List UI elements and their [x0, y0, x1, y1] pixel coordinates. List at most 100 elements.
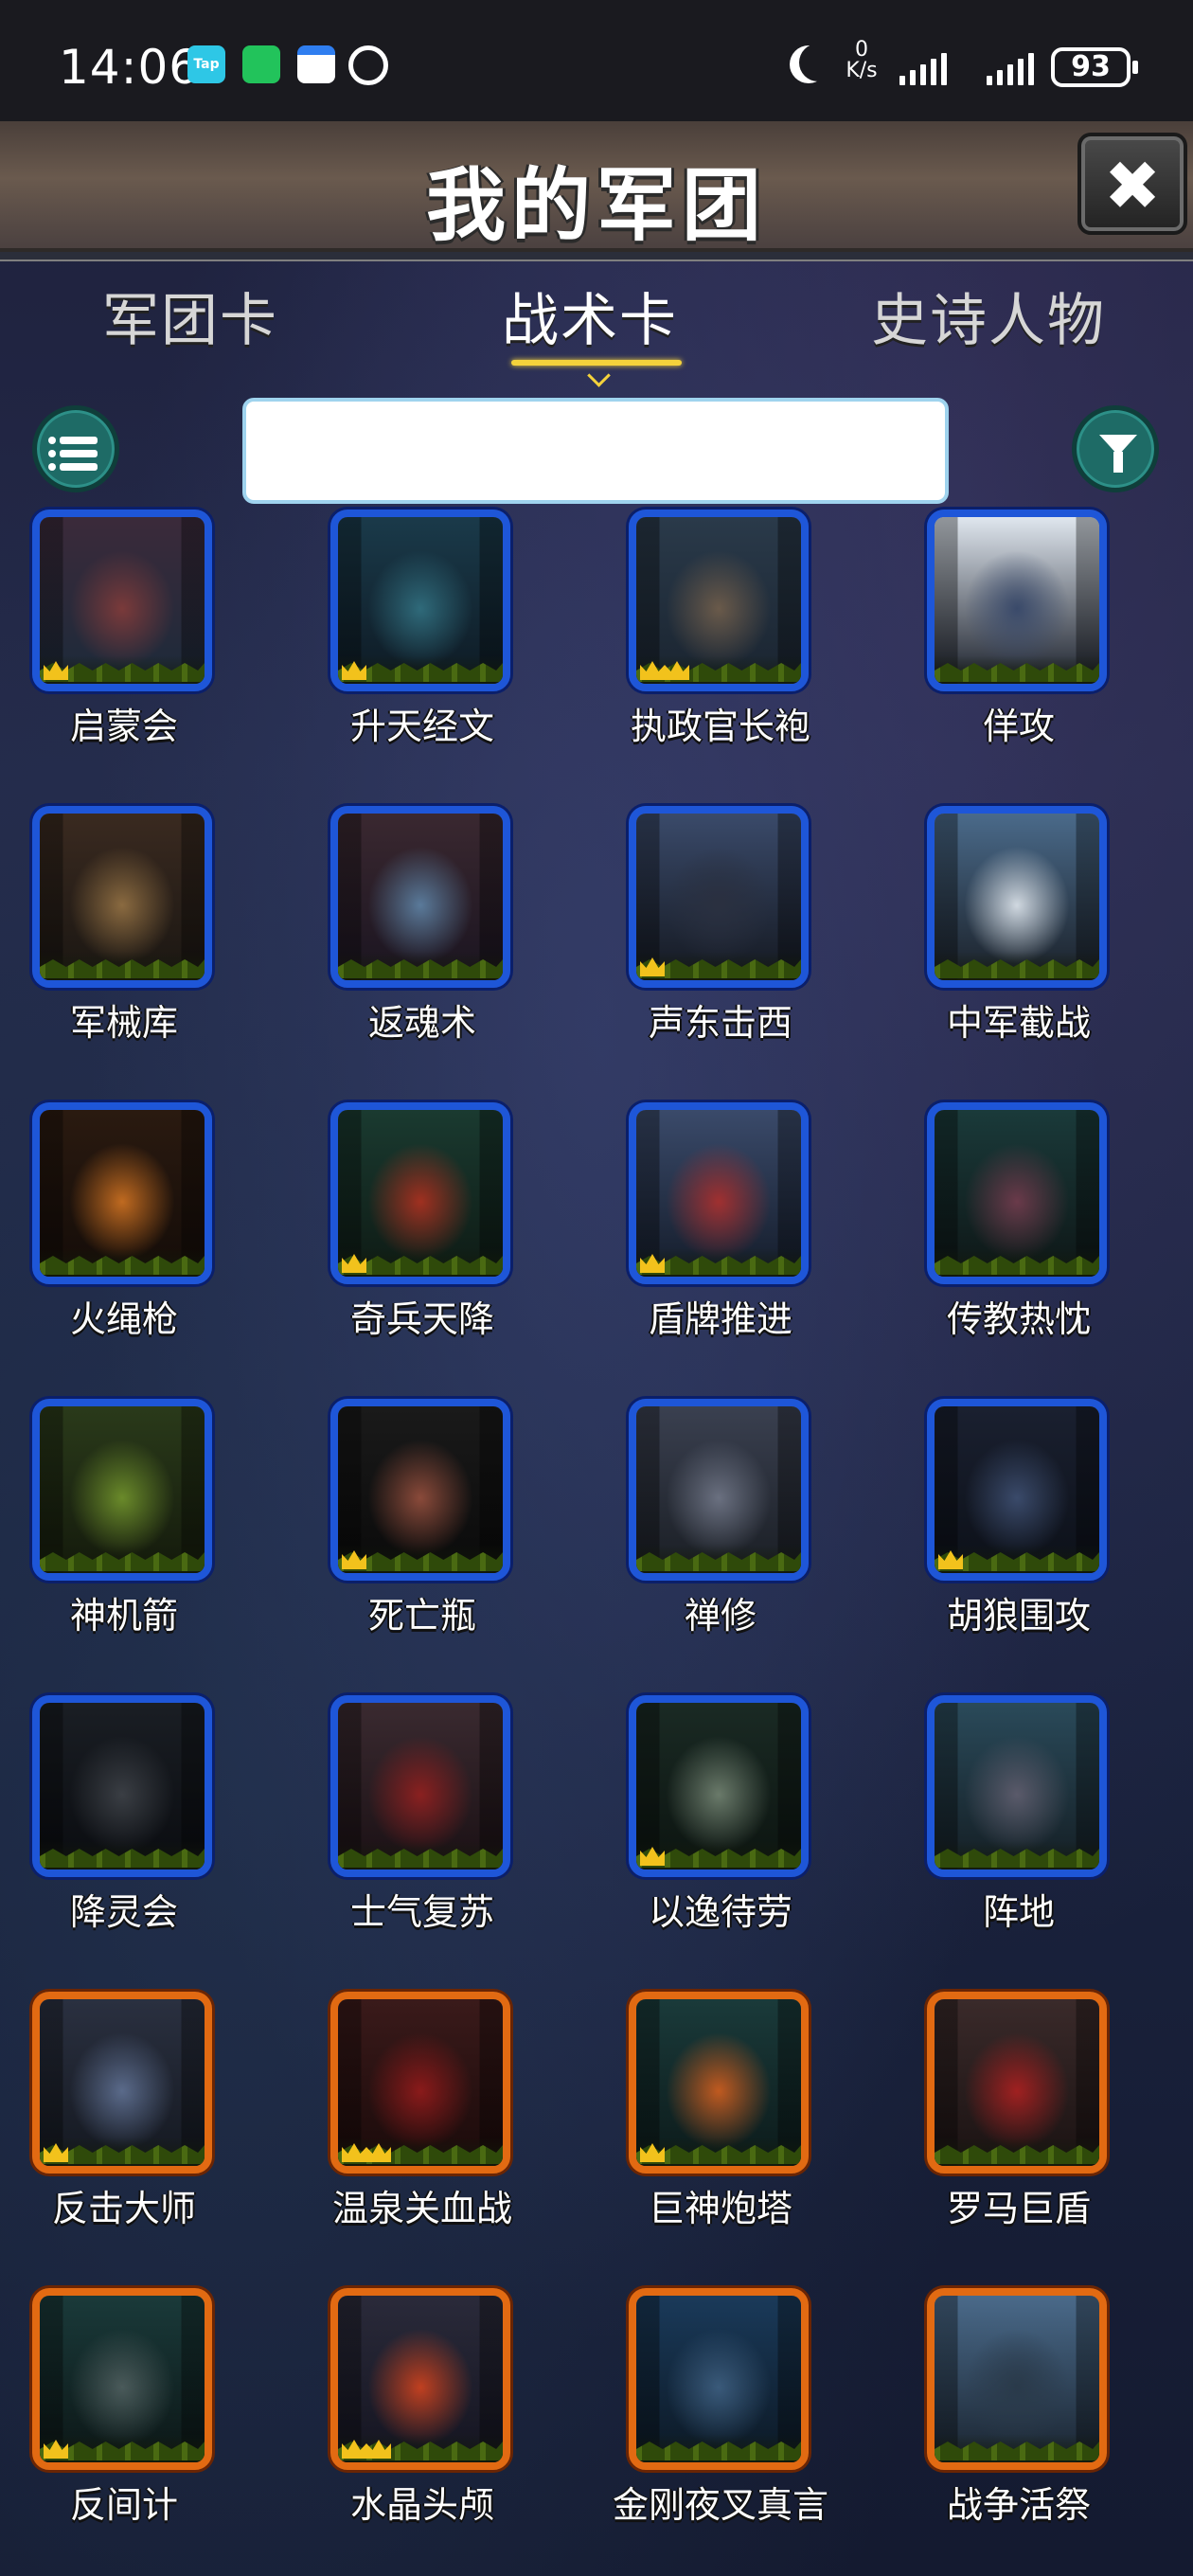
- card-artwork: [927, 1102, 1107, 1284]
- star-rank-bar: [40, 1841, 205, 1869]
- card-name: 神机箭: [69, 1595, 178, 1637]
- tab-legion-cards[interactable]: 军团卡: [102, 275, 278, 357]
- card-name: 火绳枪: [69, 1298, 178, 1340]
- tactic-card[interactable]: 以逸待劳: [602, 1693, 820, 1977]
- tactic-card[interactable]: 温泉关血战: [304, 1990, 522, 2274]
- card-artwork: [32, 2288, 212, 2470]
- card-name: 降灵会: [69, 1891, 178, 1933]
- tab-tactic-cards[interactable]: 战术卡: [502, 275, 678, 357]
- card-artwork: [927, 1695, 1107, 1877]
- status-bar: 14:06 Tap 0 K/s 93: [0, 0, 1193, 121]
- star-rank-bar: [935, 655, 1099, 684]
- search-input[interactable]: [242, 398, 949, 504]
- card-artwork: [32, 510, 212, 691]
- tactic-card[interactable]: 战争活祭: [900, 2286, 1118, 2570]
- star-rank-bar: [338, 1841, 503, 1869]
- tactic-card[interactable]: 胡狼围攻: [900, 1397, 1118, 1681]
- card-artwork: [629, 510, 809, 691]
- alarm-icon: [348, 45, 388, 85]
- list-view-button[interactable]: [32, 405, 119, 492]
- card-name: 温泉关血战: [331, 2188, 512, 2229]
- tactic-card[interactable]: 启蒙会: [6, 508, 223, 792]
- card-name: 反击大师: [51, 2188, 196, 2229]
- filter-button[interactable]: [1072, 405, 1159, 492]
- wechat-icon: [242, 45, 280, 83]
- tactic-card[interactable]: 返魂术: [304, 804, 522, 1088]
- card-artwork: [629, 2288, 809, 2470]
- tactic-card[interactable]: 执政官长袍: [602, 508, 820, 792]
- card-artwork: [32, 806, 212, 988]
- tactic-card[interactable]: 盾牌推进: [602, 1100, 820, 1385]
- tactic-card[interactable]: 升天经文: [304, 508, 522, 792]
- card-name: 声东击西: [648, 1002, 792, 1044]
- tactic-card[interactable]: 罗马巨盾: [900, 1990, 1118, 2274]
- card-artwork: [32, 1695, 212, 1877]
- tab-epic-characters[interactable]: 史诗人物: [871, 275, 1106, 357]
- card-artwork: [927, 510, 1107, 691]
- signal-icon: [899, 51, 947, 85]
- network-speed-unit: K/s: [846, 59, 878, 82]
- card-artwork: [330, 1992, 510, 2174]
- page-title: 我的军团: [425, 159, 767, 252]
- calendar-icon: [297, 45, 335, 83]
- status-time: 14:06: [59, 40, 201, 95]
- network-speed: 0 K/s: [843, 40, 881, 81]
- card-artwork: [927, 1992, 1107, 2174]
- tactic-card[interactable]: 传教热忱: [900, 1100, 1118, 1385]
- card-artwork: [629, 806, 809, 988]
- tap-icon: Tap: [187, 45, 225, 83]
- card-name: 巨神炮塔: [648, 2188, 792, 2229]
- card-name: 胡狼围攻: [946, 1595, 1091, 1637]
- close-button[interactable]: ✖: [1077, 133, 1187, 235]
- card-artwork: [32, 1102, 212, 1284]
- star-rank-bar: [935, 2434, 1099, 2462]
- tactic-card[interactable]: 佯攻: [900, 508, 1118, 792]
- close-icon: ✖: [1103, 146, 1162, 225]
- star-rank-bar: [935, 2138, 1099, 2166]
- tactic-card[interactable]: 水晶头颅: [304, 2286, 522, 2570]
- tactic-card[interactable]: 军械库: [6, 804, 223, 1088]
- card-name: 执政官长袍: [630, 706, 810, 747]
- tactic-card[interactable]: 巨神炮塔: [602, 1990, 820, 2274]
- star-rank-bar: [935, 1248, 1099, 1277]
- tactic-card[interactable]: 奇兵天降: [304, 1100, 522, 1385]
- page-header: 我的军团 ✖: [0, 121, 1193, 261]
- card-name: 返魂术: [367, 1002, 476, 1044]
- tactic-card[interactable]: 中军截战: [900, 804, 1118, 1088]
- card-name: 以逸待劳: [648, 1891, 792, 1933]
- card-artwork: [927, 806, 1107, 988]
- active-tab-indicator: [511, 352, 682, 381]
- card-artwork: [330, 1695, 510, 1877]
- card-name: 反间计: [69, 2484, 178, 2526]
- tactic-card[interactable]: 降灵会: [6, 1693, 223, 1977]
- card-name: 启蒙会: [69, 706, 178, 747]
- card-artwork: [330, 510, 510, 691]
- star-rank-bar: [40, 1248, 205, 1277]
- tactic-card[interactable]: 神机箭: [6, 1397, 223, 1681]
- card-artwork: [629, 1992, 809, 2174]
- tactic-card[interactable]: 反间计: [6, 2286, 223, 2570]
- tactic-card[interactable]: 禅修: [602, 1397, 820, 1681]
- tactic-card[interactable]: 士气复苏: [304, 1693, 522, 1977]
- card-artwork: [629, 1399, 809, 1581]
- tactic-card[interactable]: 反击大师: [6, 1990, 223, 2274]
- moon-icon: [799, 44, 837, 81]
- tactic-card[interactable]: 金刚夜叉真言: [602, 2286, 828, 2570]
- tactic-card[interactable]: 死亡瓶: [304, 1397, 522, 1681]
- card-name: 罗马巨盾: [946, 2188, 1091, 2229]
- card-name: 金刚夜叉真言: [612, 2484, 828, 2526]
- battery-icon: 93: [1051, 47, 1138, 87]
- tactic-card[interactable]: 阵地: [900, 1693, 1118, 1977]
- card-artwork: [330, 1399, 510, 1581]
- star-rank-bar: [338, 952, 503, 980]
- signal-icon-2: [987, 51, 1034, 85]
- card-name: 阵地: [982, 1891, 1055, 1933]
- tactic-card[interactable]: 火绳枪: [6, 1100, 223, 1385]
- star-rank-bar: [40, 1545, 205, 1573]
- star-rank-bar: [636, 2434, 801, 2462]
- card-artwork: [927, 1399, 1107, 1581]
- card-artwork: [927, 2288, 1107, 2470]
- card-name: 奇兵天降: [349, 1298, 494, 1340]
- card-name: 中军截战: [946, 1002, 1091, 1044]
- tactic-card[interactable]: 声东击西: [602, 804, 820, 1088]
